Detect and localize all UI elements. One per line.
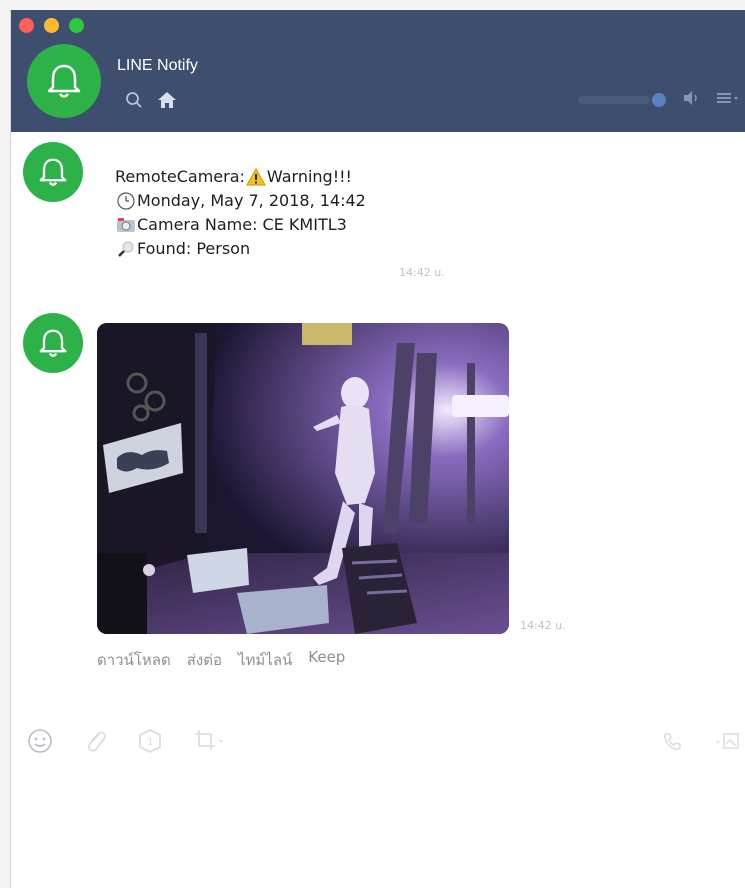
close-window-button[interactable] bbox=[19, 18, 34, 33]
sticker-icon[interactable]: 1 bbox=[137, 728, 163, 754]
status-bar bbox=[578, 96, 650, 104]
line-chat-window: LINE Notify RemoteCamera: Warning!!! Mon… bbox=[10, 10, 745, 888]
maximize-window-button[interactable] bbox=[69, 18, 84, 33]
message-timestamp: 14:42 u. bbox=[399, 266, 445, 279]
volume-icon[interactable] bbox=[682, 90, 700, 110]
image-icon[interactable] bbox=[712, 732, 740, 752]
clock-icon bbox=[115, 191, 137, 211]
bell-icon bbox=[39, 329, 67, 357]
bell-icon bbox=[39, 158, 67, 186]
timeline-link[interactable]: ไทม์ไลน์ bbox=[238, 648, 292, 672]
emoji-icon[interactable] bbox=[27, 728, 53, 754]
minimize-window-button[interactable] bbox=[44, 18, 59, 33]
keep-link[interactable]: Keep bbox=[308, 648, 345, 672]
chat-avatar[interactable] bbox=[27, 44, 101, 118]
sender-avatar[interactable] bbox=[23, 142, 83, 202]
message-found-text: Found: Person bbox=[137, 239, 251, 258]
message-date-text: Monday, May 7, 2018, 14:42 bbox=[137, 191, 366, 210]
message-line: RemoteCamera: Warning!!! bbox=[115, 165, 366, 189]
message-sender-text: RemoteCamera: bbox=[115, 167, 245, 186]
message-input-area[interactable] bbox=[11, 770, 745, 888]
status-toggle[interactable] bbox=[652, 93, 666, 107]
notification-message: RemoteCamera: Warning!!! Monday, May 7, … bbox=[115, 165, 366, 261]
message-camera-text: Camera Name: CE KMITL3 bbox=[137, 215, 347, 234]
attachment-icon[interactable] bbox=[83, 728, 107, 754]
screenshot-icon[interactable] bbox=[193, 728, 227, 754]
composer-right-tools bbox=[662, 732, 740, 752]
message-line: Camera Name: CE KMITL3 bbox=[115, 213, 366, 237]
message-line: Monday, May 7, 2018, 14:42 bbox=[115, 189, 366, 213]
call-icon[interactable] bbox=[662, 732, 682, 752]
message-timestamp: 14:42 u. bbox=[520, 619, 566, 632]
message-line: Found: Person bbox=[115, 237, 366, 261]
forward-link[interactable]: ส่งต่อ bbox=[187, 648, 222, 672]
window-controls bbox=[19, 18, 84, 33]
composer-toolbar: 1 bbox=[27, 728, 227, 754]
header-right-controls bbox=[578, 90, 740, 110]
sender-avatar[interactable] bbox=[23, 313, 83, 373]
warning-icon bbox=[245, 167, 267, 187]
home-icon[interactable] bbox=[157, 91, 177, 113]
chat-title: LINE Notify bbox=[117, 57, 198, 74]
image-actions: ดาวน์โหลด ส่งต่อ ไทม์ไลน์ Keep bbox=[97, 648, 345, 672]
message-warning-text: Warning!!! bbox=[266, 167, 352, 186]
search-icon[interactable] bbox=[125, 91, 143, 113]
camera-snapshot-image[interactable] bbox=[97, 323, 509, 634]
download-link[interactable]: ดาวน์โหลด bbox=[97, 648, 171, 672]
bell-icon bbox=[47, 64, 81, 98]
chat-header: LINE Notify bbox=[11, 10, 745, 132]
menu-icon[interactable] bbox=[716, 90, 740, 110]
svg-text:1: 1 bbox=[147, 737, 153, 748]
magnifier-icon bbox=[115, 239, 137, 259]
camera-icon bbox=[115, 215, 137, 235]
